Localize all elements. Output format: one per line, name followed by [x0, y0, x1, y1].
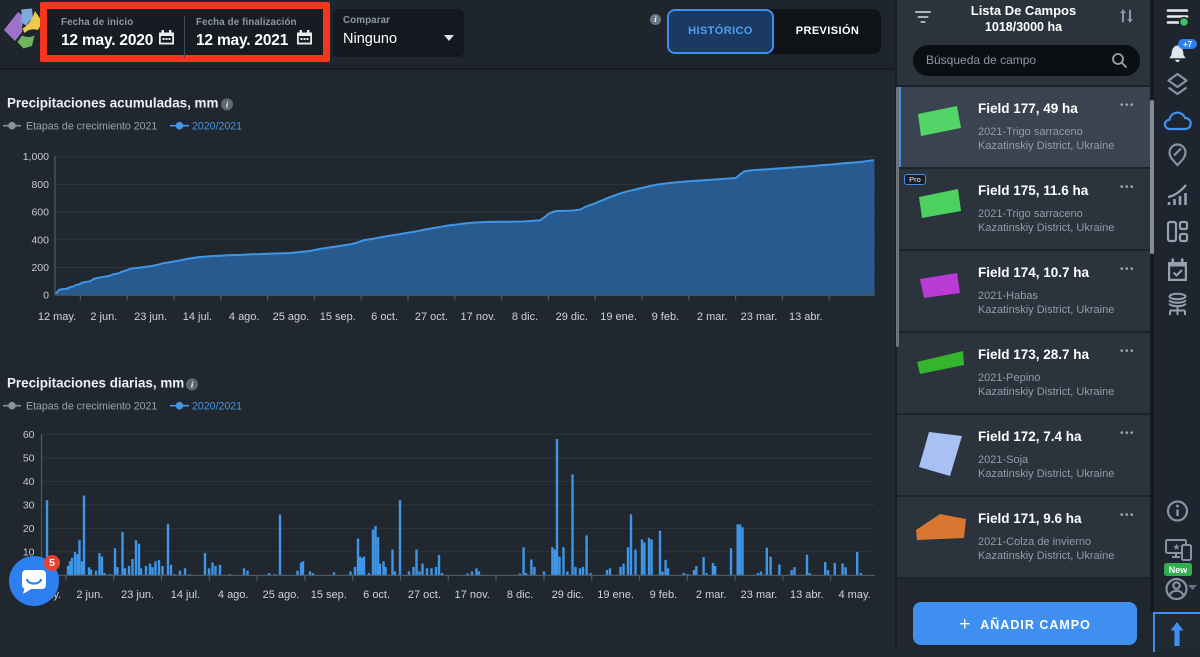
svg-text:30: 30: [23, 499, 35, 511]
svg-text:25 ago.: 25 ago.: [273, 311, 310, 323]
svg-text:23 mar.: 23 mar.: [741, 589, 778, 601]
svg-text:1,000: 1,000: [23, 151, 49, 163]
svg-text:19 ene.: 19 ene.: [597, 589, 634, 601]
svg-text:4 may.: 4 may.: [838, 589, 870, 601]
svg-text:40: 40: [23, 476, 35, 488]
svg-text:27 oct.: 27 oct.: [408, 589, 441, 601]
svg-text:2 mar.: 2 mar.: [697, 311, 728, 323]
svg-text:15 sep.: 15 sep.: [320, 311, 356, 323]
svg-text:23 jun.: 23 jun.: [121, 589, 154, 601]
svg-text:Precipitaciones acumuladas, mm: Precipitaciones acumuladas, mm: [7, 96, 218, 111]
svg-text:Precipitaciones diarias, mm: Precipitaciones diarias, mm: [7, 376, 184, 391]
svg-text:19 ene.: 19 ene.: [600, 311, 637, 323]
svg-text:4 ago.: 4 ago.: [229, 311, 260, 323]
svg-text:2 mar.: 2 mar.: [696, 589, 727, 601]
svg-text:14 jul.: 14 jul.: [183, 311, 212, 323]
svg-text:13 abr.: 13 abr.: [789, 311, 823, 323]
svg-text:0: 0: [43, 290, 49, 302]
svg-text:17 nov.: 17 nov.: [455, 589, 490, 601]
svg-text:New: New: [1169, 565, 1189, 575]
svg-text:29 dic.: 29 dic.: [552, 589, 584, 601]
svg-text:8 dic.: 8 dic.: [507, 589, 533, 601]
svg-text:2020/2021: 2020/2021: [192, 120, 242, 132]
svg-text:17 nov.: 17 nov.: [461, 311, 496, 323]
svg-text:23 jun.: 23 jun.: [134, 311, 167, 323]
svg-text:4 ago.: 4 ago.: [218, 589, 249, 601]
svg-text:6 oct.: 6 oct.: [363, 589, 390, 601]
svg-text:27 oct.: 27 oct.: [415, 311, 448, 323]
svg-text:29 dic.: 29 dic.: [556, 311, 588, 323]
svg-text:Etapas de crecimiento 2021: Etapas de crecimiento 2021: [26, 120, 157, 132]
svg-text:13 abr.: 13 abr.: [790, 589, 824, 601]
svg-text:Etapas de crecimiento 2021: Etapas de crecimiento 2021: [26, 400, 157, 412]
svg-text:+7: +7: [1183, 40, 1193, 49]
svg-text:★: ★: [1172, 542, 1180, 552]
svg-text:25 ago.: 25 ago.: [263, 589, 300, 601]
svg-text:9 feb.: 9 feb.: [650, 589, 678, 601]
svg-text:400: 400: [31, 234, 49, 246]
svg-text:2 jun.: 2 jun.: [76, 589, 103, 601]
svg-text:9 feb.: 9 feb.: [652, 311, 680, 323]
svg-text:15 sep.: 15 sep.: [311, 589, 347, 601]
svg-text:50: 50: [23, 452, 35, 464]
svg-text:8 dic.: 8 dic.: [512, 311, 538, 323]
svg-text:12 may.: 12 may.: [38, 311, 76, 323]
svg-text:600: 600: [31, 207, 49, 219]
svg-text:20: 20: [23, 523, 35, 535]
svg-text:14 jul.: 14 jul.: [171, 589, 200, 601]
svg-text:800: 800: [31, 179, 49, 191]
svg-text:2 jun.: 2 jun.: [90, 311, 117, 323]
svg-text:60: 60: [23, 429, 35, 441]
svg-text:200: 200: [31, 262, 49, 274]
svg-text:6 oct.: 6 oct.: [371, 311, 398, 323]
svg-text:2020/2021: 2020/2021: [192, 400, 242, 412]
svg-text:23 mar.: 23 mar.: [741, 311, 778, 323]
